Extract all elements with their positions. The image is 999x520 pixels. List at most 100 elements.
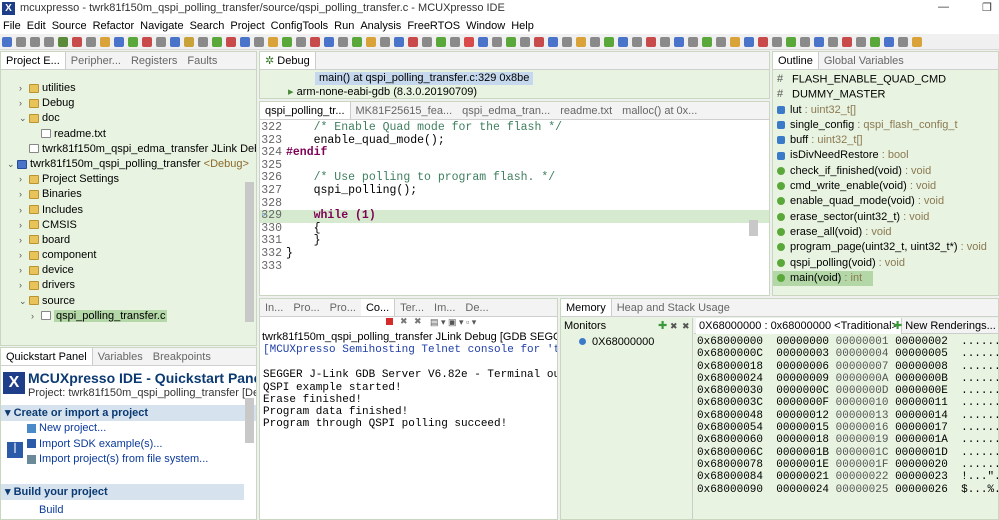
toolbar-button-icon[interactable] <box>86 37 96 47</box>
menu-item[interactable]: Window <box>463 18 508 34</box>
toolbar-button-icon[interactable] <box>590 37 600 47</box>
memory-word[interactable]: 00000013 <box>836 410 889 422</box>
monitor-item[interactable]: 0X68000000 <box>561 334 692 350</box>
memory-word[interactable]: 00000001 <box>836 336 889 348</box>
toolbar-button-icon[interactable] <box>366 37 376 47</box>
memory-row[interactable]: 0x68000018 00000006 00000007 00000008 ..… <box>697 361 998 373</box>
toolbar-button-icon[interactable] <box>240 37 250 47</box>
menu-item[interactable]: Project <box>227 18 267 34</box>
tree-item[interactable]: › Includes <box>1 203 256 218</box>
toolbar-button-icon[interactable] <box>380 37 390 47</box>
tree-item[interactable]: ⌄ twrk81f150m_qspi_polling_transfer <Debu… <box>1 157 256 172</box>
tree-item[interactable]: › Debug <box>1 96 256 111</box>
editor-tab[interactable]: readme.txt <box>555 102 617 119</box>
code-line[interactable]: 332} <box>260 247 769 261</box>
remove-launch-icon[interactable]: ✖ <box>400 316 408 327</box>
toolbar-button-icon[interactable] <box>30 37 40 47</box>
console-tab[interactable]: In... <box>260 299 288 316</box>
code-line[interactable]: 327 qspi_polling(); <box>260 184 769 198</box>
menu-item[interactable]: Edit <box>24 18 49 34</box>
chevron-icon[interactable]: ⌄ <box>19 111 29 126</box>
stack-frame-main[interactable]: main() at qspi_polling_transfer.c:329 0x… <box>315 72 534 85</box>
outline-item[interactable]: single_config : qspi_flash_config_t <box>773 118 998 133</box>
toolbar-button-icon[interactable] <box>394 37 404 47</box>
toolbar-button-icon[interactable] <box>884 37 894 47</box>
memory-word[interactable]: 00000022 <box>836 471 889 483</box>
toolbar-button-icon[interactable] <box>534 37 544 47</box>
menu-item[interactable]: Analysis <box>357 18 404 34</box>
memory-word[interactable]: 00000021 <box>776 471 829 483</box>
editor-tab[interactable]: qspi_edma_tran... <box>457 102 555 119</box>
quickstart-tab[interactable]: Quickstart Panel <box>1 348 93 365</box>
toolbar-button-icon[interactable] <box>422 37 432 47</box>
project-scrollbar[interactable] <box>245 182 254 322</box>
toolbar-button-icon[interactable] <box>646 37 656 47</box>
quickstart-tab[interactable]: Breakpoints <box>148 348 216 365</box>
memory-word[interactable]: 00000018 <box>776 434 829 446</box>
memory-word[interactable]: 0000000F <box>776 397 829 409</box>
tree-item[interactable]: twrk81f150m_qspi_edma_transfer JLink Deb… <box>1 142 256 157</box>
memory-row[interactable]: 0x6800003C 0000000F 00000010 00000011 ..… <box>697 397 998 409</box>
quickstart-link-row[interactable]: New project... <box>27 421 256 437</box>
toolbar-button-icon[interactable] <box>282 37 292 47</box>
add-monitor-icon[interactable]: ✚ <box>658 318 667 334</box>
toolbar-button-icon[interactable] <box>170 37 180 47</box>
toolbar-button-icon[interactable] <box>576 37 586 47</box>
toolbar-button-icon[interactable] <box>72 37 82 47</box>
memory-word[interactable]: 00000014 <box>895 410 948 422</box>
code-area[interactable]: 322 /* Enable Quad mode for the flash */… <box>260 120 769 273</box>
menu-item[interactable]: Run <box>331 18 357 34</box>
toolbar-button-icon[interactable] <box>548 37 558 47</box>
menu-item[interactable]: Search <box>187 18 228 34</box>
quickstart-link-row[interactable]: Import SDK example(s)... <box>27 437 256 453</box>
tree-item[interactable]: readme.txt <box>1 127 256 142</box>
minimize-icon[interactable]: — <box>938 1 949 13</box>
remove-monitor-icon[interactable]: ✖ <box>670 318 678 334</box>
quickstart-tab[interactable]: Variables <box>93 348 148 365</box>
project-explorer-tab[interactable]: Project E... <box>1 52 66 69</box>
build-link[interactable]: Build <box>39 504 63 516</box>
memory-row[interactable]: 0x68000048 00000012 00000013 00000014 ..… <box>697 410 998 422</box>
editor-tab[interactable]: MK81F25615_fea... <box>351 102 458 119</box>
quickstart-link[interactable]: New project... <box>39 422 106 434</box>
chevron-icon[interactable]: › <box>31 309 41 324</box>
toolbar-button-icon[interactable] <box>786 37 796 47</box>
terminate-icon[interactable] <box>386 318 393 325</box>
code-line[interactable]: 331 } <box>260 235 769 248</box>
toolbar-button-icon[interactable] <box>2 37 12 47</box>
quickstart-link[interactable]: Import project(s) from file system... <box>39 453 208 465</box>
menu-item[interactable]: File <box>0 18 24 34</box>
editor-tab[interactable]: malloc() at 0x... <box>617 102 702 119</box>
chevron-icon[interactable]: › <box>19 233 29 248</box>
memory-row[interactable]: 0x68000030 0000000C 0000000D 0000000E ..… <box>697 385 998 397</box>
memory-word[interactable]: 00000006 <box>776 361 829 373</box>
memory-word[interactable]: 00000024 <box>776 484 829 496</box>
outline-item[interactable]: erase_all(void) : void <box>773 225 998 240</box>
toolbar-button-icon[interactable] <box>254 37 264 47</box>
outline-tab[interactable]: Outline <box>773 52 819 69</box>
chevron-icon[interactable]: › <box>19 203 29 218</box>
toolbar-button-icon[interactable] <box>226 37 236 47</box>
memory-word[interactable]: 00000023 <box>895 471 948 483</box>
console-tab[interactable]: Ter... <box>395 299 429 316</box>
memory-row[interactable]: 0x6800006C 0000001B 0000001C 0000001D ..… <box>697 447 998 459</box>
toolbar-button-icon[interactable] <box>688 37 698 47</box>
chevron-icon[interactable]: › <box>19 96 29 111</box>
memory-word[interactable]: 00000009 <box>776 373 829 385</box>
toolbar-button-icon[interactable] <box>492 37 502 47</box>
memory-row[interactable]: 0x68000054 00000015 00000016 00000017 ..… <box>697 422 998 434</box>
console-options-icon[interactable]: ▤ ▾ ▣ ▾ ▫ ▾ <box>430 317 476 328</box>
toolbar-button-icon[interactable] <box>674 37 684 47</box>
code-line[interactable]: 329 while (1) ◦ <box>260 209 769 223</box>
toolbar-button-icon[interactable] <box>800 37 810 47</box>
memory-word[interactable]: 0000000E <box>895 385 948 397</box>
chevron-icon[interactable]: › <box>19 278 29 293</box>
memory-word[interactable]: 00000004 <box>836 348 889 360</box>
tab-debug[interactable]: ✲ Debug <box>260 52 316 69</box>
memory-word[interactable]: 00000019 <box>836 434 889 446</box>
tree-item[interactable]: › Binaries <box>1 187 256 202</box>
outline-item[interactable]: erase_sector(uint32_t) : void <box>773 210 998 225</box>
toolbar-button-icon[interactable] <box>632 37 642 47</box>
memory-word[interactable]: 0000001E <box>776 459 829 471</box>
toolbar-button-icon[interactable] <box>814 37 824 47</box>
